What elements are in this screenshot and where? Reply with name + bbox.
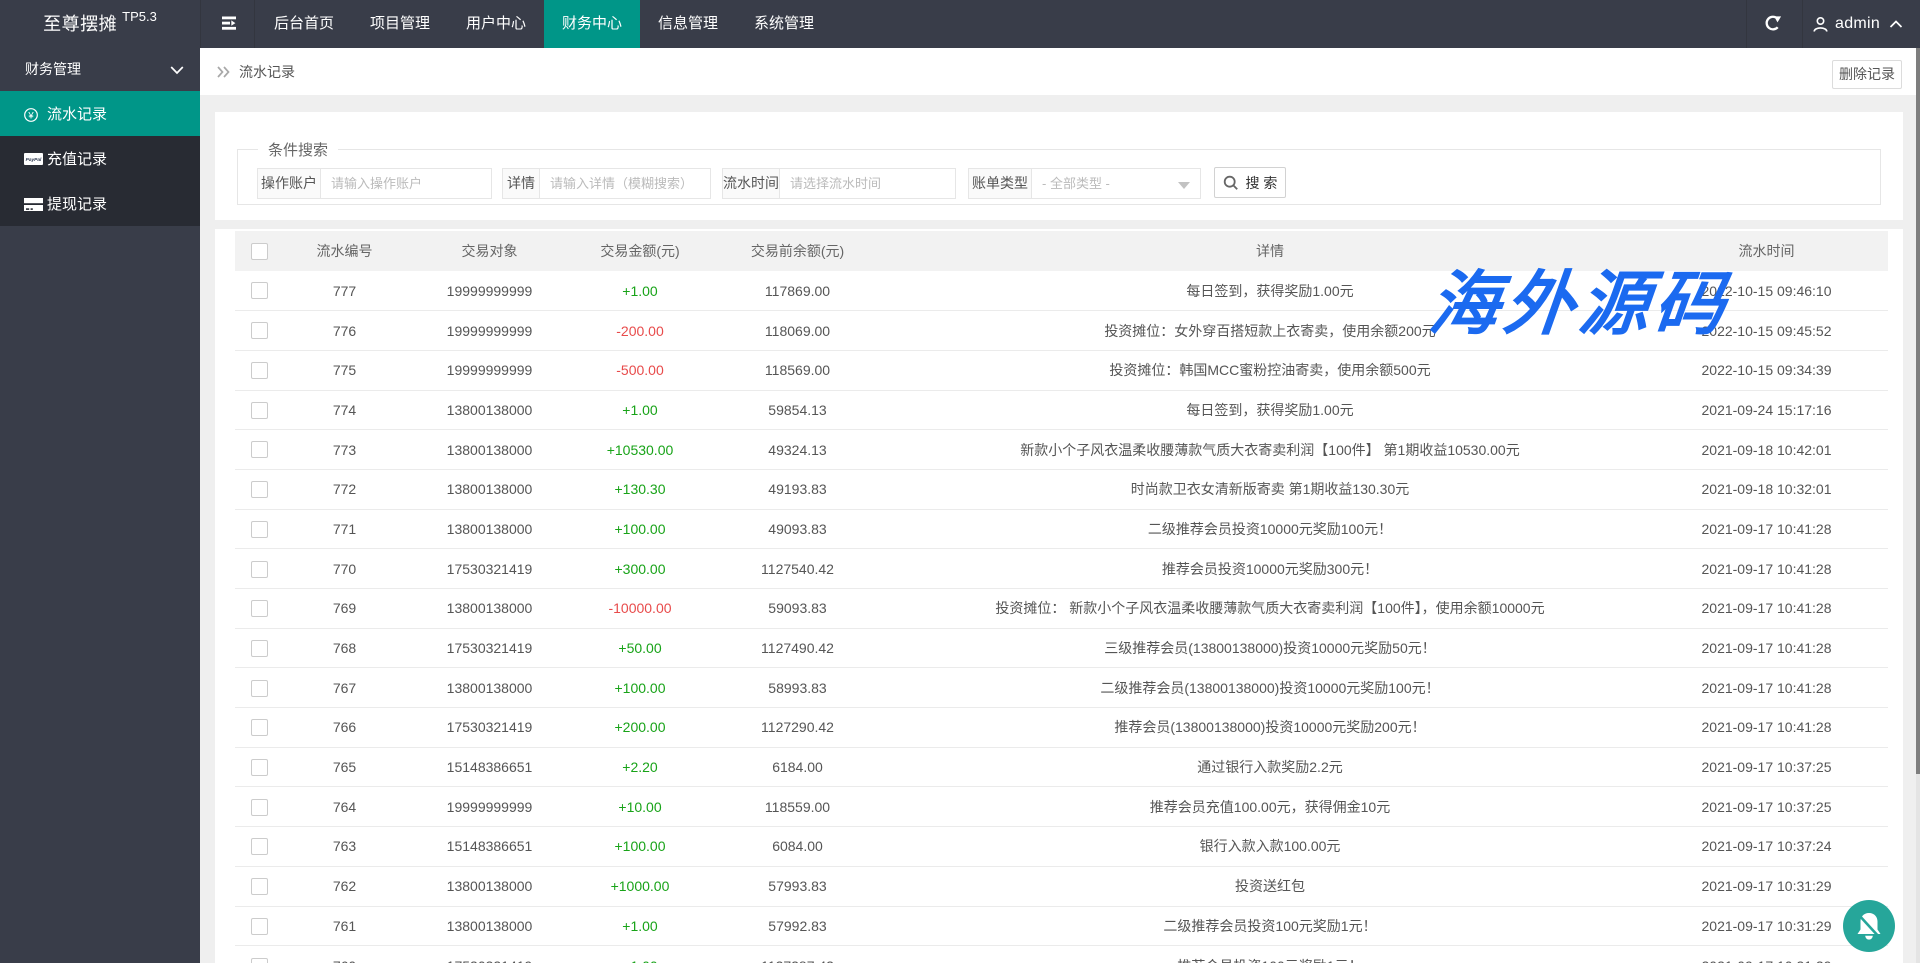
svg-text:¥: ¥ [27,111,34,122]
svg-text:PayPal: PayPal [26,157,42,163]
